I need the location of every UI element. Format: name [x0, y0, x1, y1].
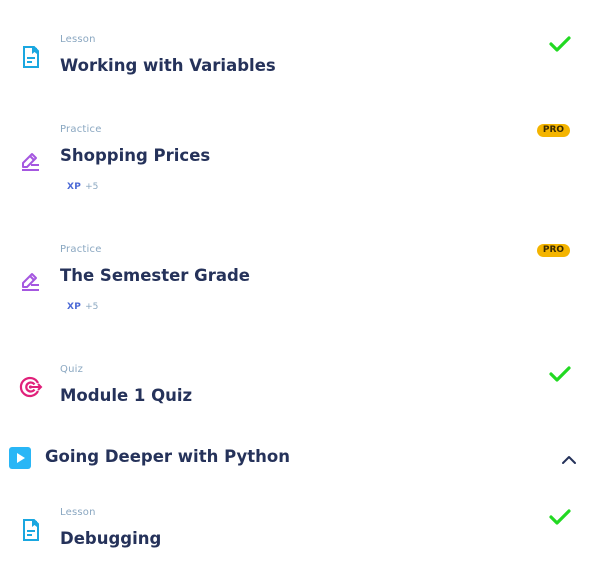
check-icon	[549, 35, 571, 53]
lesson-item-working-with-variables[interactable]: Lesson Working with Variables	[0, 30, 604, 90]
lesson-item-debugging[interactable]: Lesson Debugging	[0, 503, 604, 563]
practice-item-semester-grade[interactable]: Practice The Semester Grade XP +5 PRO	[0, 240, 604, 320]
section-header-going-deeper[interactable]: Going Deeper with Python	[0, 440, 604, 476]
pro-badge: PRO	[537, 124, 570, 137]
item-type-label: Lesson	[60, 34, 96, 45]
item-type-label: Practice	[60, 124, 102, 135]
lesson-document-icon	[19, 518, 43, 542]
quiz-target-icon	[19, 375, 43, 399]
xp-value: +5	[85, 182, 99, 192]
item-title: Shopping Prices	[60, 146, 211, 165]
xp-value: +5	[85, 302, 99, 312]
lesson-document-icon	[19, 45, 43, 69]
item-title: Module 1 Quiz	[60, 386, 193, 405]
course-outline: Lesson Working with Variables Practice S…	[0, 0, 604, 566]
section-title: Going Deeper with Python	[45, 447, 290, 466]
practice-item-shopping-prices[interactable]: Practice Shopping Prices XP +5 PRO	[0, 120, 604, 200]
xp-reward: XP +5	[67, 182, 98, 192]
item-title: Working with Variables	[60, 56, 276, 75]
check-icon	[549, 365, 571, 383]
quiz-item-module-1[interactable]: Quiz Module 1 Quiz	[0, 360, 604, 420]
practice-pencil-icon	[19, 149, 43, 173]
item-type-label: Practice	[60, 244, 102, 255]
xp-label: XP	[67, 302, 82, 312]
item-type-label: Quiz	[60, 364, 84, 375]
check-icon	[549, 508, 571, 526]
item-type-label: Lesson	[60, 507, 96, 518]
xp-reward: XP +5	[67, 302, 98, 312]
item-title: Debugging	[60, 529, 162, 548]
practice-pencil-icon	[19, 269, 43, 293]
pro-badge: PRO	[537, 244, 570, 257]
chevron-up-icon[interactable]	[561, 451, 577, 464]
play-icon	[9, 447, 31, 469]
xp-label: XP	[67, 182, 82, 192]
item-title: The Semester Grade	[60, 266, 250, 285]
